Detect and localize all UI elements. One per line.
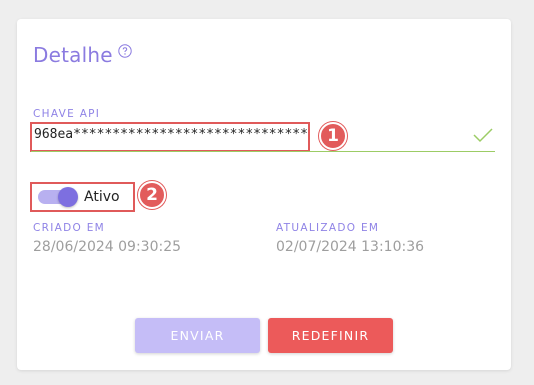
card-header: Detalhe [33, 43, 132, 67]
reset-button[interactable]: REDEFINIR [268, 318, 393, 353]
created-label: CRIADO EM [33, 222, 105, 234]
send-button[interactable]: ENVIAR [135, 318, 260, 353]
toggle-knob[interactable] [58, 187, 78, 207]
api-key-underline [31, 151, 495, 152]
active-toggle-group[interactable]: Ativo [30, 182, 135, 212]
question-circle-icon[interactable] [118, 44, 132, 58]
updated-label: ATUALIZADO EM [276, 222, 380, 234]
active-toggle-label: Ativo [84, 189, 120, 205]
active-toggle[interactable] [38, 187, 78, 207]
api-key-input[interactable]: 968ea******************************* [30, 122, 310, 152]
checkmark-icon [473, 128, 493, 143]
updated-value: 02/07/2024 13:10:36 [276, 239, 425, 255]
api-key-label: CHAVE API [33, 108, 101, 120]
created-value: 28/06/2024 09:30:25 [33, 239, 182, 255]
callout-badge-2: 2 [138, 181, 166, 209]
callout-badge-1: 1 [319, 122, 347, 150]
detail-card: Detalhe CHAVE API 968ea*****************… [17, 19, 511, 370]
card-title: Detalhe [33, 43, 113, 67]
